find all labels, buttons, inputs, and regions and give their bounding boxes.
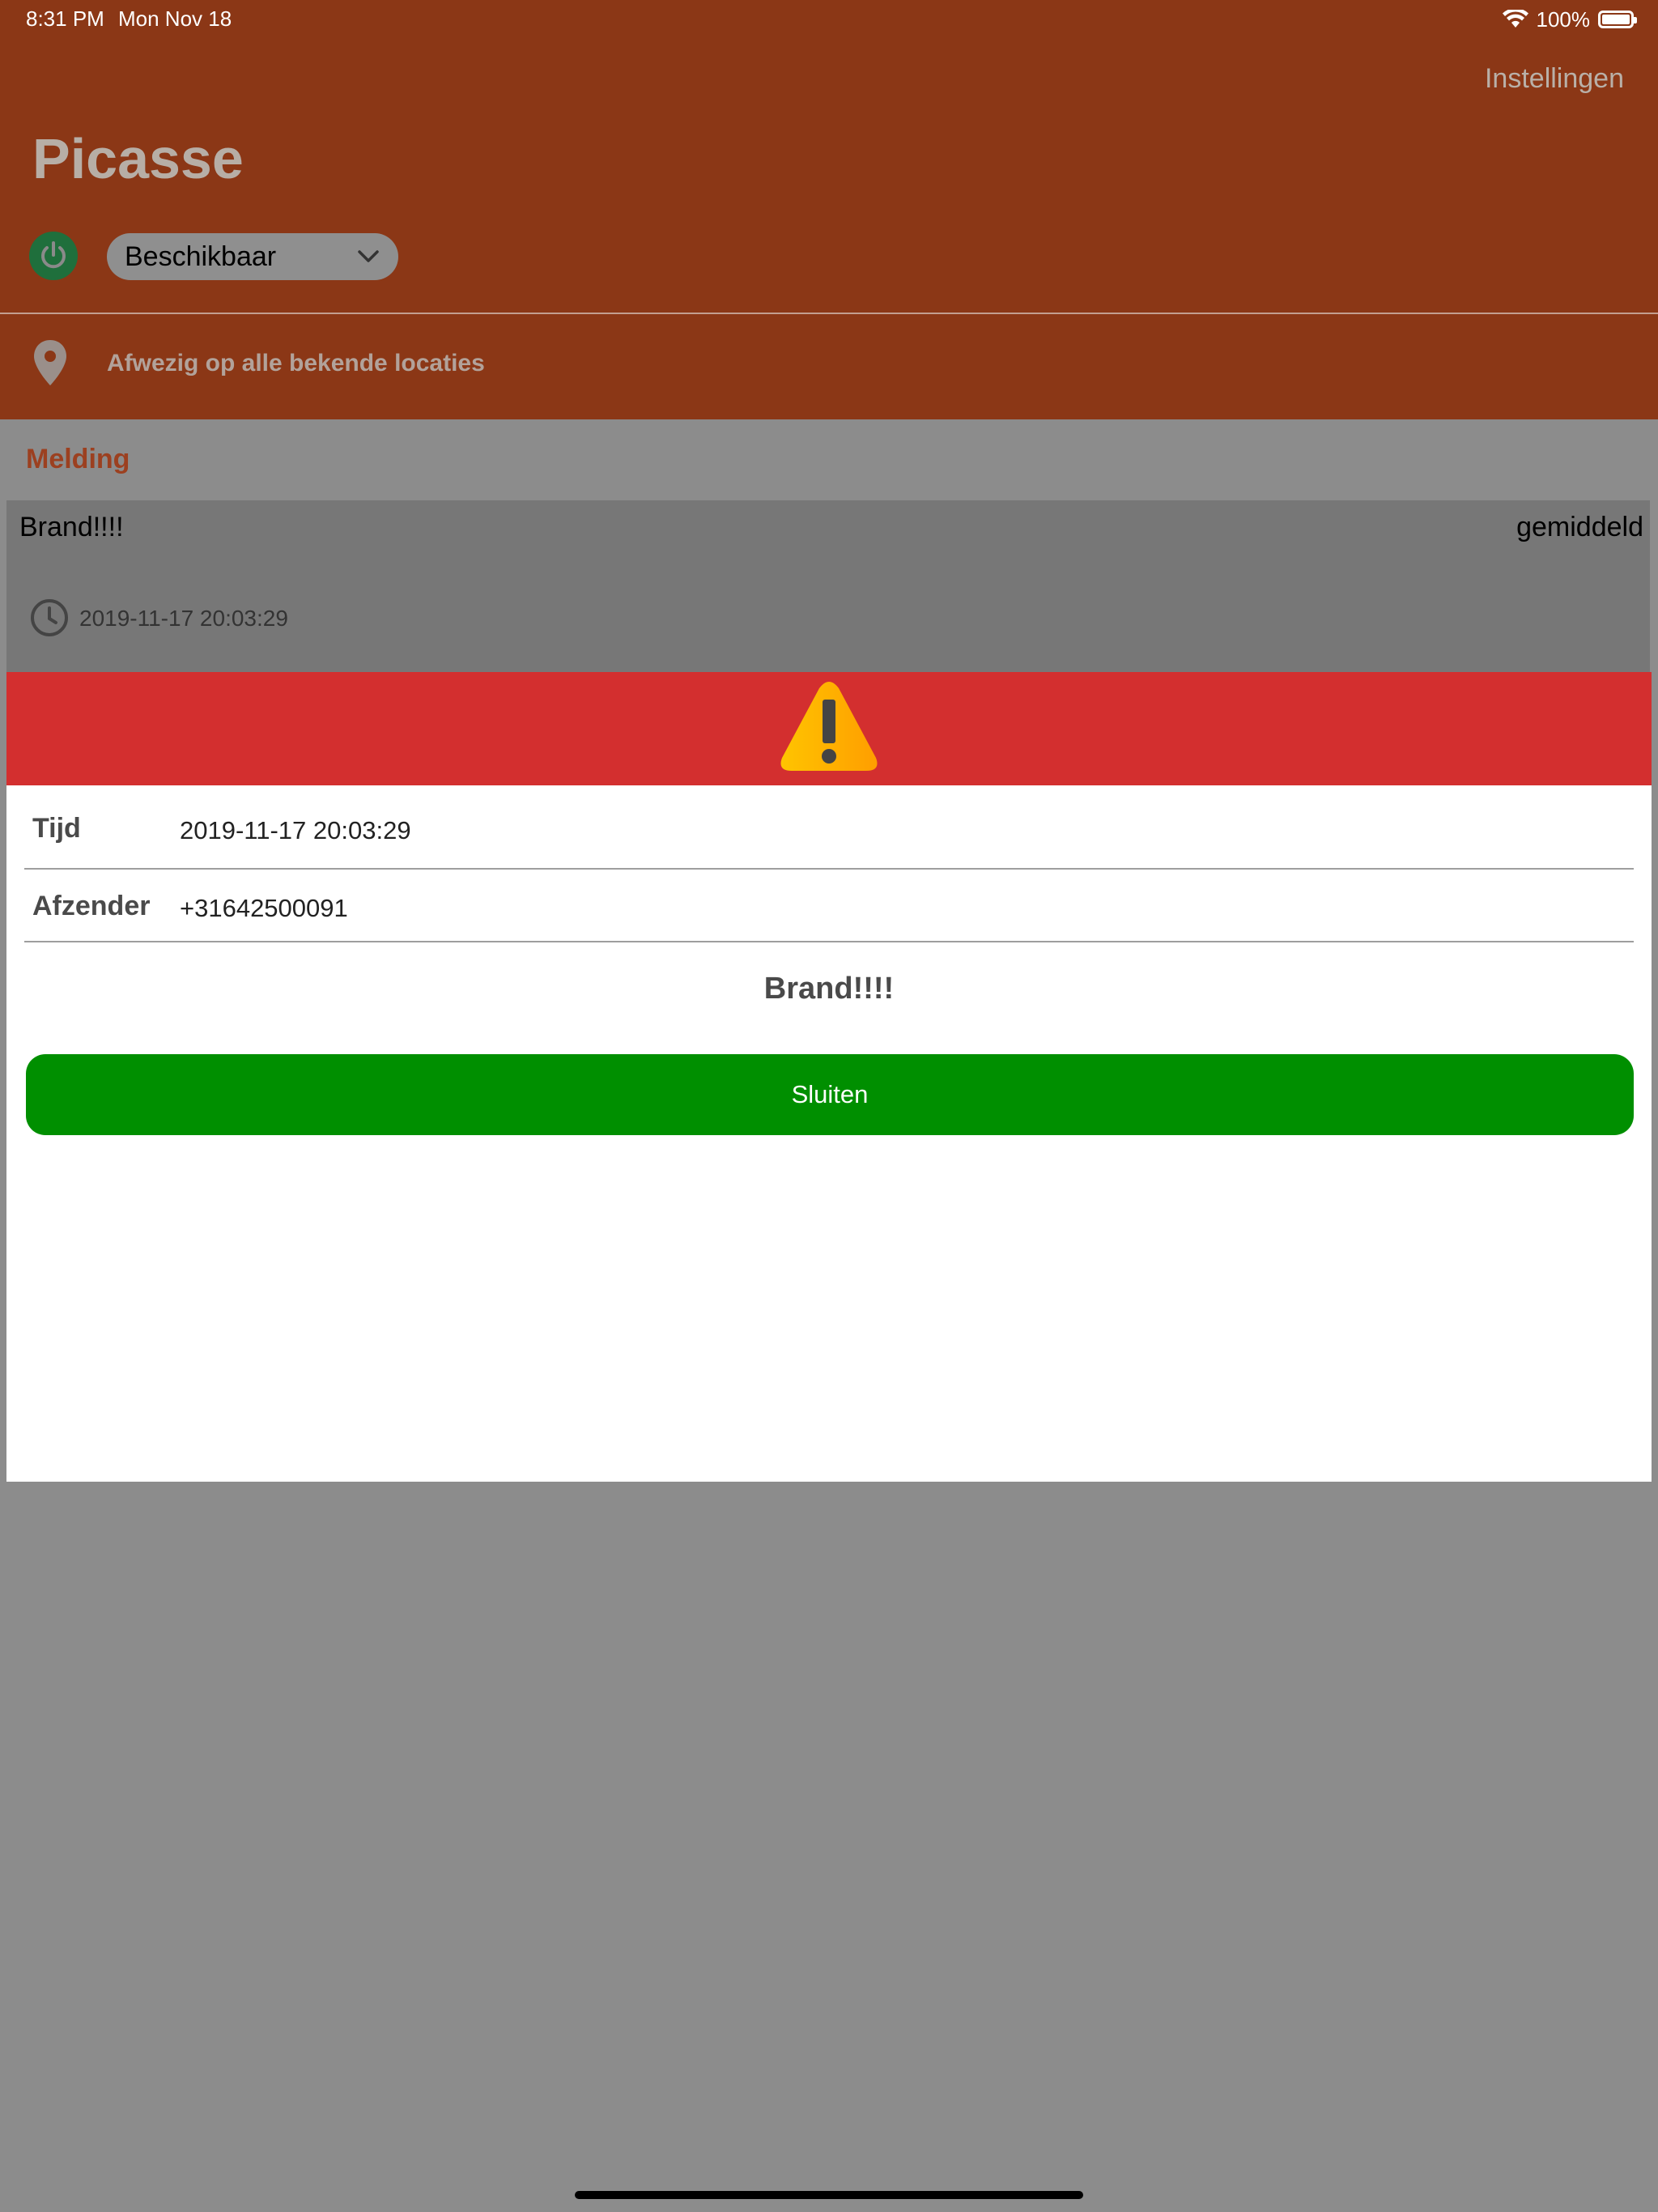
time-label: Tijd [32, 813, 81, 844]
status-indicators: 100% [1502, 5, 1637, 34]
availability-value: Beschikbaar [125, 240, 277, 272]
list-item-priority: gemiddeld [1516, 512, 1643, 542]
location-pin-icon [34, 340, 66, 385]
warning-icon [780, 682, 878, 771]
row-divider [24, 941, 1634, 942]
clock-icon [31, 599, 68, 636]
status-date: Mon Nov 18 [118, 6, 232, 31]
settings-button[interactable]: Instellingen [1485, 63, 1624, 95]
list-item-time: 2019-11-17 20:03:29 [79, 606, 288, 631]
app-header: 8:31 PM Mon Nov 18 100% Instellingen Pic… [0, 0, 1658, 313]
battery-percent: 100% [1536, 6, 1591, 32]
list-item[interactable]: Brand!!!! gemiddeld 2019-11-17 20:03:29 [6, 500, 1650, 672]
status-time: 8:31 PM [26, 6, 104, 31]
home-indicator[interactable] [575, 2191, 1083, 2199]
close-button[interactable]: Sluiten [26, 1054, 1634, 1135]
list-item-message: Brand!!!! [19, 512, 124, 542]
location-bar[interactable]: Afwezig op alle bekende locaties [0, 314, 1658, 419]
row-divider [24, 868, 1634, 870]
location-status: Afwezig op alle bekende locaties [107, 350, 485, 376]
alert-message: Brand!!!! [763, 972, 895, 1006]
availability-select[interactable]: Beschikbaar [107, 233, 398, 280]
sender-value: +31642500091 [180, 894, 348, 922]
sender-label: Afzender [32, 891, 151, 921]
modal-header [6, 672, 1652, 785]
battery-icon [1598, 11, 1637, 28]
section-title: Melding [26, 444, 130, 474]
chevron-down-icon [358, 250, 379, 262]
page-title: Picasse [32, 127, 244, 190]
alert-modal: Tijd 2019-11-17 20:03:29 Afzender +31642… [6, 672, 1652, 1482]
wifi-icon [1502, 10, 1528, 28]
power-icon[interactable] [29, 232, 78, 280]
time-value: 2019-11-17 20:03:29 [180, 816, 411, 844]
